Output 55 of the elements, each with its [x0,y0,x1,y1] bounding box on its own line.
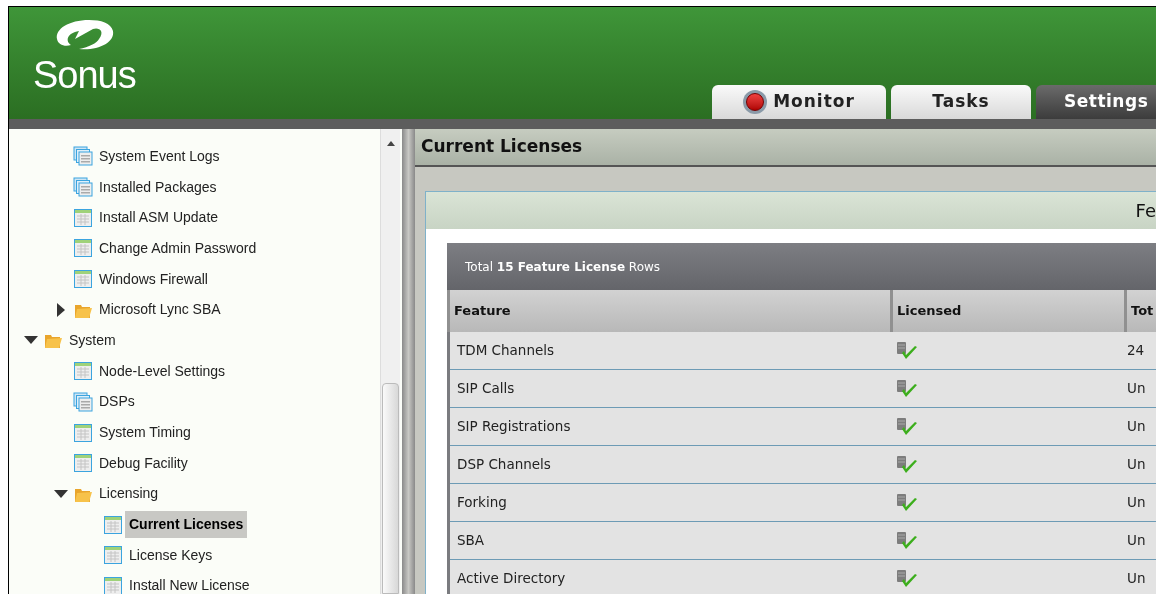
table-cell-text: Un [1127,493,1147,513]
tree-item[interactable]: Licensing [97,483,161,505]
tree-item[interactable]: DSPs [97,391,137,413]
tab[interactable]: Settings [1036,85,1156,119]
table-cell-text: SIP Registrations [456,417,572,437]
table-icon [103,545,123,566]
table-cell-text: Un [1127,569,1147,589]
table-icon [103,514,123,535]
table-icon [73,453,93,474]
table-cell-text: Forking [456,493,508,513]
tab[interactable]: Tasks [891,85,1031,119]
table-cell-text: Un [1127,531,1147,551]
tree-item[interactable]: Windows Firewall [97,268,210,290]
pages-icon [73,391,93,412]
table-cell-text: SIP Calls [456,379,516,399]
table-icon [73,422,93,443]
tree-item[interactable]: Node-Level Settings [97,360,228,382]
tree-item[interactable]: Debug Facility [97,452,190,474]
record-icon [743,90,768,114]
table-icon [103,575,123,594]
column-header[interactable]: Tot [1127,290,1156,332]
logo-text: Sonus [33,57,136,93]
scroll-up-icon[interactable] [387,141,395,146]
table-cell-text: SBA [456,531,486,551]
tree-item[interactable]: Install ASM Update [97,207,221,229]
table-cell-text: Un [1127,379,1147,399]
table-icon [73,361,93,382]
tab[interactable]: Monitor [712,85,886,119]
table-cell-text: Active Directory [456,569,567,589]
table-cell-text: Un [1127,417,1147,437]
table-icon [73,238,93,259]
column-header[interactable]: Feature [450,290,890,332]
panel-title: Fe [1135,199,1156,223]
pages-icon [73,177,93,198]
scrollbar[interactable] [380,129,400,594]
tree-item[interactable]: Microsoft Lync SBA [97,299,223,321]
pages-icon [73,146,93,167]
table-cell-text: 24 [1127,341,1146,361]
tree-item[interactable]: Installed Packages [97,176,219,198]
table-cell-text: DSP Channels [456,455,552,475]
content-title: Current Licenses [415,129,1156,167]
table-cell-text: Un [1127,455,1147,475]
tree-item[interactable]: System [67,329,118,351]
table-cell-text: TDM Channels [456,341,556,361]
tree-item[interactable]: Change Admin Password [97,237,259,259]
column-header[interactable]: Licensed [893,290,1124,332]
table-icon [73,269,93,290]
table-icon [73,207,93,228]
tree-item[interactable]: System Event Logs [97,145,222,167]
tree-item[interactable]: System Timing [97,422,193,444]
row-count-text: Total 15 Feature License Rows [465,259,661,276]
tree-item[interactable]: License Keys [127,544,215,566]
tree-item[interactable]: Install New License [127,575,252,594]
scrollbar-thumb[interactable] [382,383,399,594]
tree-item[interactable]: Current Licenses [125,511,248,539]
